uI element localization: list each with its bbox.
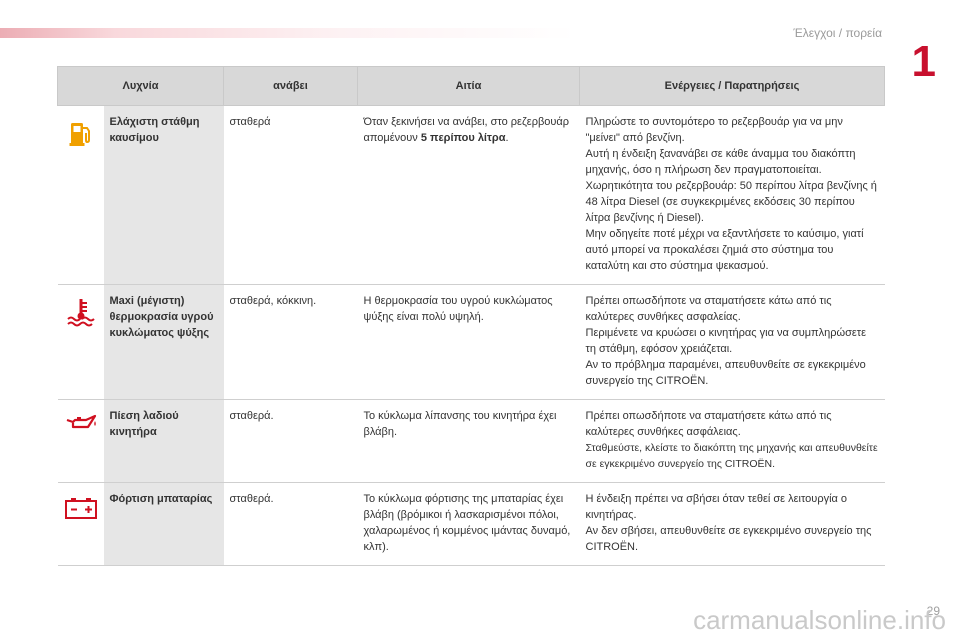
icon-cell [57,105,104,285]
coolant-temperature-icon [64,297,98,327]
lamp-state: σταθερά [223,105,358,285]
icon-cell [57,482,104,566]
table-row: Maxi (μέγιστη) θερμοκρασία υγρού κυκλώμα… [57,284,885,400]
action-line: Η ένδειξη πρέπει να σβήσει όταν τεθεί σε… [585,493,848,521]
action-line: Πληρώστε το συντομότερο το ρεζερβουάρ γι… [585,116,843,144]
lamp-cause: Η θερμοκρασία του υγρού κυκλώματος ψύξης… [357,284,580,400]
battery-icon [64,495,98,521]
oil-can-icon [64,412,98,434]
table-header-row: Λυχνία ανάβει Αιτία Ενέργειες / Παρατηρή… [57,66,885,106]
action-line: Αυτή η ένδειξη ξανανάβει σε κάθε άναμμα … [585,148,856,176]
icon-cell [57,284,104,400]
lamp-state: σταθερά. [223,399,358,483]
action-line: Αν δεν σβήσει, απευθυνθείτε σε εγκεκριμέ… [585,525,872,553]
fuel-pump-icon [64,118,98,148]
cause-bold-text: 5 περίπου λίτρα [420,132,506,144]
lamp-name: Ελάχιστη στάθμη καυσίμου [103,105,224,285]
chapter-number: 1 [911,37,936,86]
lamp-actions: Πρέπει οπωσδήποτε να σταματήσετε κάτω απ… [579,284,885,400]
icon-cell [57,399,104,483]
action-line: Πρέπει οπωσδήποτε να σταματήσετε κάτω απ… [585,295,832,323]
lamp-actions: Πρέπει οπωσδήποτε να σταματήσετε κάτω απ… [579,399,885,483]
lamp-cause: Το κύκλωμα λίπανσης του κινητήρα έχει βλ… [357,399,580,483]
lamp-name: Maxi (μέγιστη) θερμοκρασία υγρού κυκλώμα… [103,284,224,400]
lamp-cause: Όταν ξεκινήσει να ανάβει, στο ρεζερβουάρ… [357,105,580,285]
column-header-state: ανάβει [223,66,358,106]
column-header-actions: Ενέργειες / Παρατηρήσεις [579,66,885,106]
watermark: carmanualsonline.info [693,605,946,635]
action-line: Πρέπει οπωσδήποτε να σταματήσετε κάτω απ… [585,410,832,438]
action-line: Περιμένετε να κρυώσει ο κινητήρας για να… [585,327,867,355]
cause-text-end: . [505,132,509,144]
lamp-state: σταθερά, κόκκινη. [223,284,358,400]
lamp-name: Πίεση λαδιού κινητήρα [103,399,224,483]
lamp-state: σταθερά. [223,482,358,566]
action-line: Αν το πρόβλημα παραμένει, απευθυνθείτε σ… [585,359,866,387]
lamp-name: Φόρτιση μπαταρίας [103,482,224,566]
column-header-cause: Αιτία [357,66,580,106]
lamp-cause: Το κύκλωμα φόρτισης της μπαταρίας έχει β… [357,482,580,566]
table-row: Φόρτιση μπαταρίας σταθερά. Το κύκλωμα φό… [57,482,885,566]
action-line: Σταθμεύστε, κλείστε το διακόπτη της μηχα… [585,442,878,470]
action-line: Χωρητικότητα του ρεζερβουάρ: 50 περίπου … [585,180,877,224]
column-header-lamp: Λυχνία [57,66,224,106]
section-title: Έλεγχοι / πορεία [793,26,882,40]
table-row: Πίεση λαδιού κινητήρα σταθερά. Το κύκλωμ… [57,399,885,483]
warning-lights-table: Λυχνία ανάβει Αιτία Ενέργειες / Παρατηρή… [57,66,885,566]
action-line: Μην οδηγείτε ποτέ μέχρι να εξαντλήσετε τ… [585,228,864,272]
table-row: Ελάχιστη στάθμη καυσίμου σταθερά Όταν ξε… [57,105,885,285]
lamp-actions: Η ένδειξη πρέπει να σβήσει όταν τεθεί σε… [579,482,885,566]
lamp-actions: Πληρώστε το συντομότερο το ρεζερβουάρ γι… [579,105,885,285]
